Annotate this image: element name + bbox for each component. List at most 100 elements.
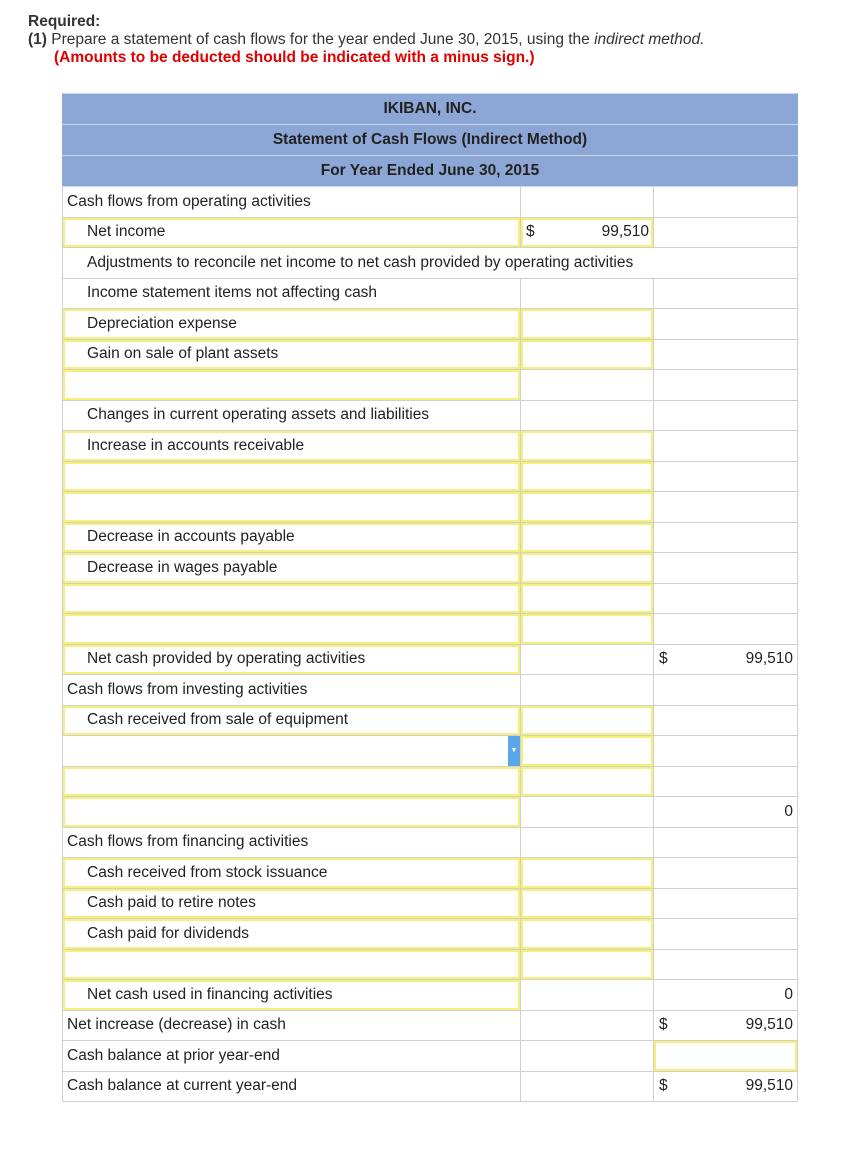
- amount-input[interactable]: [520, 430, 654, 462]
- row-label: Changes in current operating assets and …: [62, 399, 521, 431]
- account-label-field[interactable]: [62, 369, 521, 401]
- amount-input[interactable]: $99,510: [520, 216, 654, 248]
- statement-row: [62, 460, 799, 492]
- row-label: Cash balance at current year-end: [62, 1070, 521, 1102]
- statement-row: [62, 491, 799, 523]
- total-cell: [652, 369, 799, 401]
- amount-input[interactable]: [520, 948, 654, 980]
- statement-row: ▼: [62, 735, 799, 767]
- amount-input[interactable]: [520, 521, 654, 553]
- account-label-field[interactable]: Net income: [62, 216, 521, 248]
- account-label-field[interactable]: [62, 765, 521, 797]
- account-label-field[interactable]: [62, 613, 521, 645]
- total-cell: $99,510: [652, 1009, 799, 1041]
- statement-row: Cash balance at prior year-end: [62, 1040, 799, 1072]
- dollar-sign: $: [659, 1077, 668, 1095]
- amount-cell: [520, 979, 654, 1011]
- row-label: Cash flows from financing activities: [62, 826, 521, 858]
- amount-input[interactable]: [520, 704, 654, 736]
- amount-value: 99,510: [745, 1077, 794, 1095]
- total-cell: 0: [652, 796, 799, 828]
- statement-row: Adjustments to reconcile net income to n…: [61, 247, 799, 279]
- statement-row: Increase in accounts receivable: [62, 430, 799, 462]
- amount-cell: [520, 674, 654, 706]
- amount-input[interactable]: [520, 765, 654, 797]
- account-label-field[interactable]: [62, 460, 521, 492]
- minus-sign-note: (Amounts to be deducted should be indica…: [54, 49, 535, 66]
- account-label-field[interactable]: Cash paid to retire notes: [62, 887, 521, 919]
- total-cell: [652, 308, 799, 340]
- dollar-sign: $: [526, 223, 535, 241]
- amount-value: 0: [784, 985, 794, 1003]
- account-label-field[interactable]: Increase in accounts receivable: [62, 430, 521, 462]
- company-name: IKIBAN, INC.: [61, 93, 799, 125]
- account-label-field[interactable]: Decrease in accounts payable: [62, 521, 521, 553]
- row-label: Cash flows from operating activities: [62, 186, 521, 218]
- amount-cell: [520, 399, 654, 431]
- account-label-field[interactable]: Net cash used in financing activities: [62, 979, 521, 1011]
- account-dropdown[interactable]: ▼: [62, 735, 521, 767]
- account-label-field[interactable]: Net cash provided by operating activitie…: [62, 643, 521, 675]
- account-label-field[interactable]: Cash paid for dividends: [62, 918, 521, 950]
- amount-input[interactable]: [520, 735, 654, 767]
- total-cell: [652, 552, 799, 584]
- account-label-field[interactable]: Depreciation expense: [62, 308, 521, 340]
- amount-value: 99,510: [745, 650, 794, 668]
- total-cell: [652, 674, 799, 706]
- amount-input[interactable]: [520, 491, 654, 523]
- total-cell: $99,510: [652, 1070, 799, 1102]
- cash-flow-statement-table: IKIBAN, INC. Statement of Cash Flows (In…: [61, 93, 799, 1102]
- account-label-field[interactable]: Cash received from stock issuance: [62, 857, 521, 889]
- amount-cell: [520, 1070, 654, 1102]
- total-cell: [652, 613, 799, 645]
- amount-input[interactable]: [520, 887, 654, 919]
- row-label: Adjustments to reconcile net income to n…: [61, 247, 799, 279]
- statement-row: Cash flows from investing activities: [62, 674, 799, 706]
- account-label-field[interactable]: [62, 582, 521, 614]
- total-cell: [652, 765, 799, 797]
- total-cell: [652, 521, 799, 553]
- amount-input[interactable]: [520, 918, 654, 950]
- total-cell: [652, 857, 799, 889]
- requirement-text: (1) Prepare a statement of cash flows fo…: [28, 31, 704, 49]
- statement-row: Decrease in accounts payable: [62, 521, 799, 553]
- account-label-field[interactable]: [62, 796, 521, 828]
- account-label-field[interactable]: Gain on sale of plant assets: [62, 338, 521, 370]
- statement-row: [62, 369, 799, 401]
- total-input[interactable]: [652, 1040, 799, 1072]
- required-heading: Required:: [28, 13, 101, 30]
- statement-rows: Cash flows from operating activities Net …: [61, 186, 799, 1102]
- total-cell: [652, 399, 799, 431]
- dollar-sign: $: [659, 650, 668, 668]
- statement-row: Net increase (decrease) in cash $99,510: [62, 1009, 799, 1041]
- requirement-method: indirect method.: [594, 31, 705, 48]
- dropdown-button[interactable]: ▼: [508, 736, 520, 766]
- requirement-number: (1): [28, 31, 47, 48]
- statement-row: Income statement items not affecting cas…: [62, 277, 799, 309]
- statement-title: Statement of Cash Flows (Indirect Method…: [61, 124, 799, 156]
- total-cell: [652, 735, 799, 767]
- account-label-field[interactable]: [62, 491, 521, 523]
- account-label-field[interactable]: Cash received from sale of equipment: [62, 704, 521, 736]
- amount-input[interactable]: [520, 582, 654, 614]
- statement-row: Changes in current operating assets and …: [62, 399, 799, 431]
- statement-row: Cash received from stock issuance: [62, 857, 799, 889]
- amount-input[interactable]: [520, 857, 654, 889]
- account-label-field[interactable]: [62, 948, 521, 980]
- total-cell: [652, 430, 799, 462]
- total-cell: [652, 887, 799, 919]
- amount-input[interactable]: [520, 338, 654, 370]
- row-label: Income statement items not affecting cas…: [62, 277, 521, 309]
- statement-row: [62, 613, 799, 645]
- amount-input[interactable]: [520, 308, 654, 340]
- row-label: Cash balance at prior year-end: [62, 1040, 521, 1072]
- amount-cell: [520, 826, 654, 858]
- amount-input[interactable]: [520, 460, 654, 492]
- account-label-field[interactable]: Decrease in wages payable: [62, 552, 521, 584]
- amount-value: 99,510: [745, 1016, 794, 1034]
- amount-input[interactable]: [520, 613, 654, 645]
- amount-cell: [520, 643, 654, 675]
- statement-row: Depreciation expense: [62, 308, 799, 340]
- amount-input[interactable]: [520, 552, 654, 584]
- statement-row: 0: [62, 796, 799, 828]
